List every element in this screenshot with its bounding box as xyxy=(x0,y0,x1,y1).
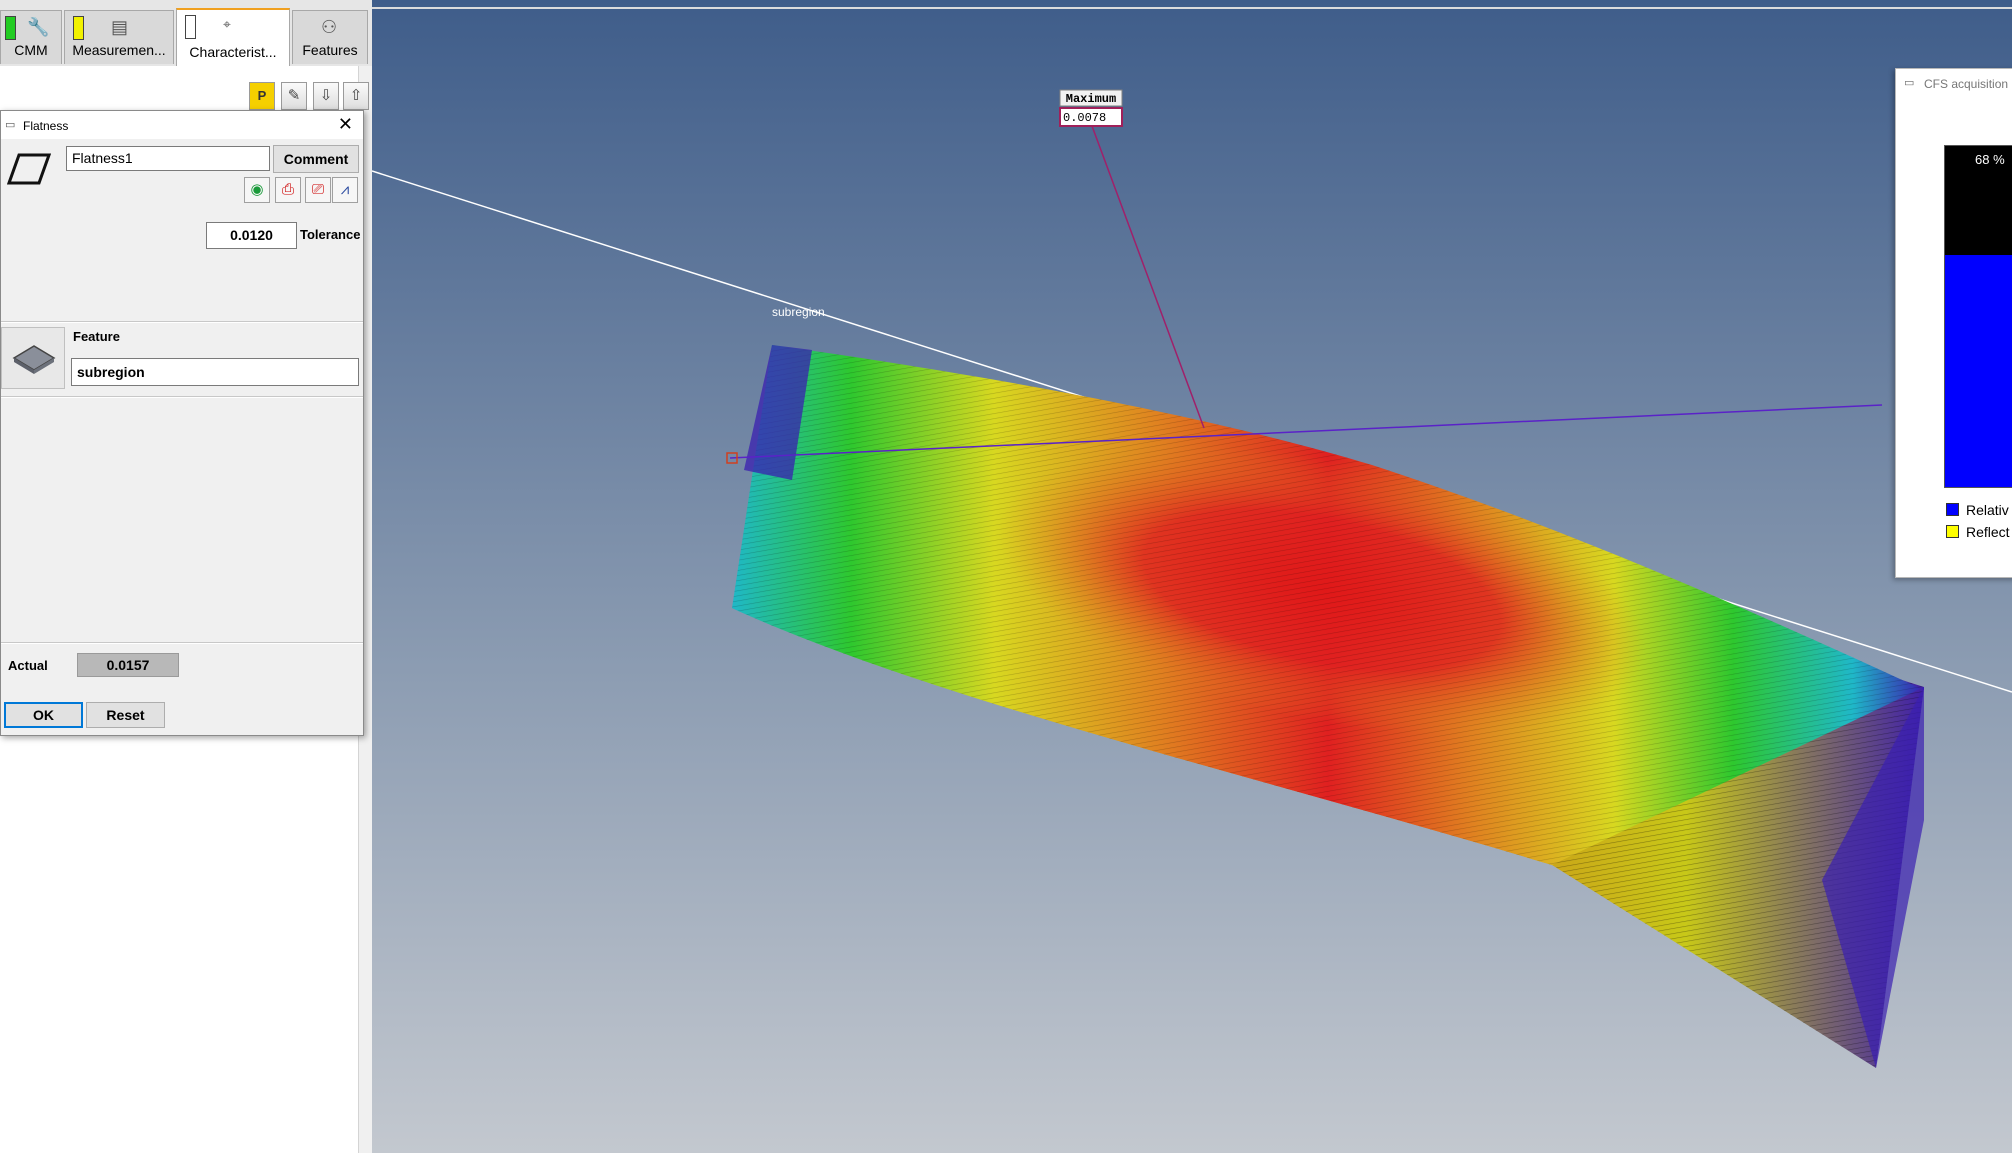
cfs-title: CFS acquisition xyxy=(1924,77,2009,91)
legend-label: Reflect xyxy=(1966,524,2010,540)
divider xyxy=(1,321,363,323)
tolerance-field[interactable]: 0.0120 xyxy=(206,222,297,249)
delete-print-icon[interactable]: ⎙ xyxy=(275,177,301,203)
divider xyxy=(1,396,363,398)
feature-field[interactable]: subregion xyxy=(71,358,359,386)
window-icon: ▭ xyxy=(1904,77,1915,89)
actual-value: 0.0157 xyxy=(77,653,179,677)
progress-text: 68 % xyxy=(1975,152,2005,167)
legend-swatch xyxy=(1946,503,1959,516)
close-icon[interactable]: ✕ xyxy=(338,114,353,135)
p-button[interactable]: P xyxy=(249,82,275,110)
legend-label: Relativ xyxy=(1966,502,2009,518)
wrench-icon: 🔧 xyxy=(27,17,50,37)
tolerance-label: Tolerance xyxy=(300,227,361,242)
flatness-dialog: ▭ Flatness ✕ Flatness1 Comment ◉ ⎙ ⎚ ⩘ 0… xyxy=(0,110,364,736)
statistics-icon[interactable]: ◉ xyxy=(244,177,270,203)
tab-strip: 🔧 CMM ▤ Measuremen... ⌖ Characterist... … xyxy=(0,0,372,67)
maximum-label: Maximum xyxy=(1066,92,1116,106)
tab-cmm[interactable]: 🔧 CMM xyxy=(0,10,62,64)
subregion-label: subregion xyxy=(772,305,825,319)
progress-fill xyxy=(1945,255,2012,487)
divider xyxy=(1,642,363,644)
edit-pencil-icon[interactable]: ✎ xyxy=(281,82,307,110)
comment-button[interactable]: Comment xyxy=(273,145,359,173)
name-field[interactable]: Flatness1 xyxy=(66,146,270,171)
measurement-icon: ▤ xyxy=(111,17,129,37)
plane-feature-icon xyxy=(12,345,56,374)
feature-button[interactable] xyxy=(1,327,65,389)
maximum-value: 0.0078 xyxy=(1063,111,1106,125)
tab-label: Characterist... xyxy=(189,44,277,60)
tab-label: Measuremen... xyxy=(72,42,166,58)
actual-label: Actual xyxy=(8,658,48,673)
tab-label: CMM xyxy=(14,42,48,58)
3d-viewport[interactable]: subregion Maximum 0.0078 xyxy=(372,0,2012,1153)
tab-features[interactable]: ⚇ Features xyxy=(292,10,368,64)
window-icon: ▭ xyxy=(5,119,16,131)
status-indicator xyxy=(73,16,84,40)
status-indicator xyxy=(5,16,16,40)
maximum-callout[interactable]: Maximum 0.0078 xyxy=(1059,89,1123,127)
tab-measurement[interactable]: ▤ Measuremen... xyxy=(64,10,174,64)
dialog-title: Flatness xyxy=(23,119,69,133)
features-icon: ⚇ xyxy=(321,17,338,37)
characteristic-icon: ⌖ xyxy=(223,16,231,32)
ok-button[interactable]: OK xyxy=(4,702,83,728)
flatness-symbol-icon xyxy=(7,153,51,185)
status-indicator xyxy=(185,15,196,39)
feature-heading: Feature xyxy=(73,329,120,344)
cfs-acquisition-panel: ▭ CFS acquisition 68 % Relativ Reflect xyxy=(1895,68,2012,578)
move-down-icon[interactable]: ⇩ xyxy=(313,82,339,110)
progress-bar: 68 % xyxy=(1944,145,2012,488)
reset-button[interactable]: Reset xyxy=(86,702,165,728)
no-print-icon[interactable]: ⎚ xyxy=(305,177,331,203)
legend-swatch xyxy=(1946,525,1959,538)
tab-characteristics[interactable]: ⌖ Characterist... xyxy=(176,8,290,66)
graph-icon[interactable]: ⩘ xyxy=(332,177,358,203)
move-up-icon[interactable]: ⇧ xyxy=(343,82,369,110)
dialog-titlebar: ▭ Flatness ✕ xyxy=(1,111,363,139)
tab-label: Features xyxy=(302,42,358,58)
